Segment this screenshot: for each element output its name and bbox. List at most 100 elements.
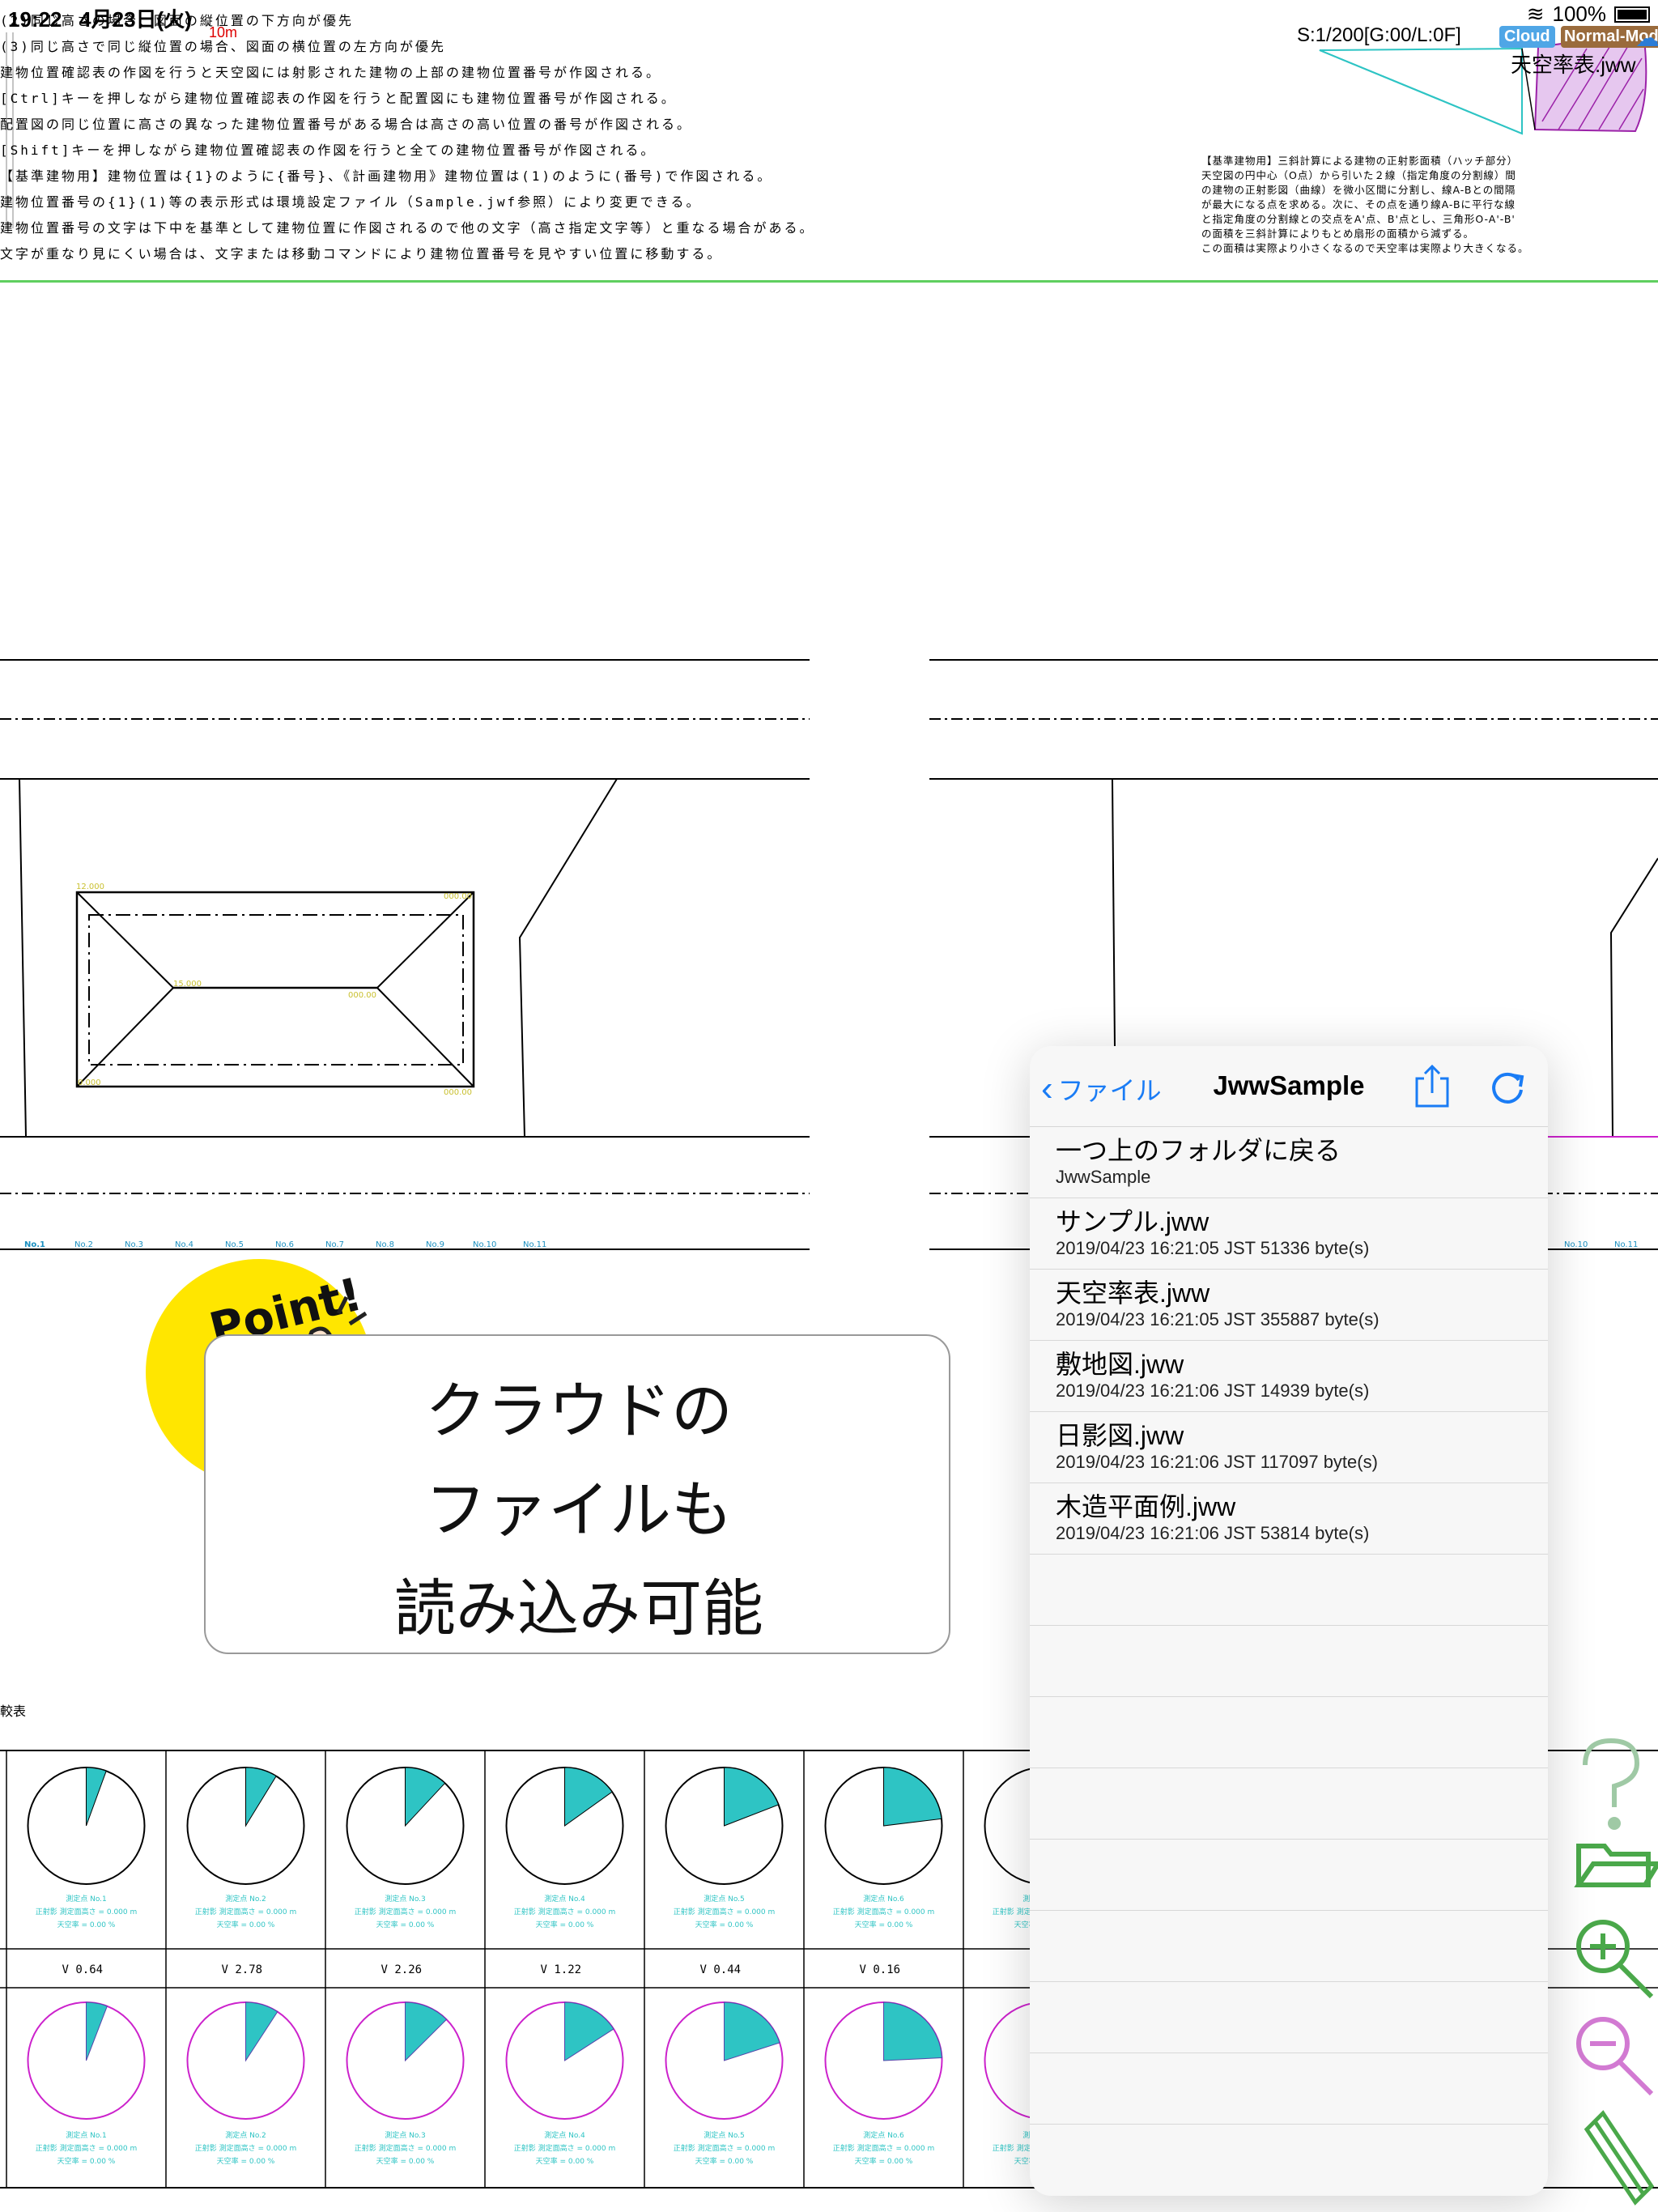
list-item-title: 敷地図.jww	[1056, 1350, 1184, 1379]
cell-caption: 正射影 測定面高さ = 0.000 m	[674, 2143, 776, 2153]
empty-row	[1030, 1626, 1548, 1697]
cloud-badge[interactable]: Cloud	[1499, 26, 1555, 48]
divider-rule	[0, 280, 1658, 283]
cell-caption: 正射影 測定面高さ = 0.000 m	[195, 1907, 297, 1916]
sky-shadow-wedge	[883, 1767, 942, 1827]
cell-caption: 天空率 = 0.00 %	[217, 1920, 275, 1929]
svg-text:000.00: 000.00	[444, 892, 472, 901]
sky-shadow-wedge	[405, 2001, 448, 2062]
back-button[interactable]: ‹ ファイル	[1041, 1070, 1162, 1108]
list-item-file[interactable]: 日影図.jww 2019/04/23 16:21:06 JST 117097 b…	[1030, 1412, 1548, 1483]
tool-palette	[1574, 1738, 1658, 2206]
svg-text:No.2: No.2	[74, 1240, 93, 1249]
popover-header: ‹ ファイル JwwSample	[1030, 1046, 1548, 1127]
cell-caption: 測定点 No.3	[385, 1894, 426, 1904]
sky-shadow-wedge	[724, 2001, 780, 2061]
popover-title: JwwSample	[1213, 1070, 1365, 1100]
notes-block: (2)同じ高さの場合、図面の縦位置の下方向が優先 (3)同じ高さで同じ縦位置の場合…	[0, 8, 1133, 267]
empty-row	[1030, 1555, 1548, 1626]
cell-caption: 測定点 No.3	[385, 2130, 426, 2140]
list-item-parent-folder[interactable]: 一つ上のフォルダに戻る JwwSample	[1030, 1127, 1548, 1198]
svg-text:No.10: No.10	[1564, 1240, 1588, 1249]
cell-caption: 天空率 = 0.00 %	[376, 2156, 435, 2166]
list-item-title: 木造平面例.jww	[1056, 1492, 1236, 1521]
svg-text:No.1: No.1	[24, 1240, 45, 1249]
cell-caption: 測定点 No.2	[225, 2130, 266, 2140]
list-item-file[interactable]: サンプル.jww 2019/04/23 16:21:05 JST 51336 b…	[1030, 1198, 1548, 1270]
table-label: 較表	[0, 1704, 27, 1719]
note-right-line: の面積を三斜計算によりもとめ扇形の面積から減ずる。	[1201, 228, 1475, 240]
list-item-subtitle: 2019/04/23 16:21:06 JST 117097 byte(s)	[1056, 1452, 1378, 1472]
cell-caption: 天空率 = 0.00 %	[57, 1920, 116, 1929]
help-icon[interactable]	[1583, 1738, 1640, 1830]
svg-text:No.11: No.11	[523, 1240, 546, 1249]
back-button-label: ファイル	[1057, 1076, 1162, 1105]
cell-caption: 測定点 No.5	[704, 1894, 745, 1904]
cell-caption: 天空率 = 0.00 %	[57, 2156, 116, 2166]
cell-caption: 天空率 = 0.00 %	[536, 2156, 594, 2166]
file-browser-popover: ‹ ファイル JwwSample 一つ上のフォルダに戻る JwwSample サ…	[1030, 1046, 1548, 2196]
cell-caption: 正射影 測定面高さ = 0.000 m	[195, 2143, 297, 2153]
note-right-line: が最大になる点を求める。次に、その点を通り線A-Bに平行な線	[1201, 198, 1516, 211]
cell-caption: 正射影 測定面高さ = 0.000 m	[833, 1907, 935, 1916]
sky-shadow-wedge	[86, 2001, 108, 2061]
battery-percent: 100%	[1552, 2, 1607, 26]
refresh-icon[interactable]	[1486, 1066, 1528, 1108]
list-item-file[interactable]: 木造平面例.jww 2019/04/23 16:21:06 JST 53814 …	[1030, 1483, 1548, 1555]
list-item-subtitle: 2019/04/23 16:21:06 JST 53814 byte(s)	[1056, 1523, 1370, 1543]
svg-text:15.000: 15.000	[173, 980, 202, 989]
cell-caption: 正射影 測定面高さ = 0.000 m	[36, 1907, 138, 1916]
callout-line-1: クラウドの	[425, 1375, 733, 1447]
share-icon[interactable]	[1410, 1064, 1454, 1109]
list-item-file[interactable]: 敷地図.jww 2019/04/23 16:21:06 JST 14939 by…	[1030, 1341, 1548, 1412]
sky-shadow-wedge	[564, 2001, 614, 2061]
cell-caption: 測定点 No.4	[544, 2130, 585, 2140]
sky-shadow-wedge	[245, 2001, 278, 2062]
empty-row	[1030, 1840, 1548, 1911]
note-line: [Shift]キーを押しながら建物位置確認表の作図を行うと全ての建物位置番号が作…	[0, 143, 657, 158]
callout-line-3: 読み込み可能	[394, 1572, 763, 1644]
cell-caption: 天空率 = 0.00 %	[376, 1920, 435, 1929]
cell-caption: 測定点 No.6	[863, 2130, 904, 2140]
cell-caption: 正射影 測定面高さ = 0.000 m	[514, 1907, 616, 1916]
cell-caption: 天空率 = 0.00 %	[536, 1920, 594, 1929]
callout-text: クラウドの ファイルも 読み込み可能	[206, 1362, 952, 1658]
sky-shadow-wedge	[245, 1767, 277, 1827]
file-list: 一つ上のフォルダに戻る JwwSample サンプル.jww 2019/04/2…	[1030, 1127, 1548, 2125]
note-line: [Ctrl]キーを押しながら建物位置確認表の作図を行うと配置図にも建物位置番号が…	[0, 91, 677, 106]
scale-info: S:1/200[G:00/L:0F]	[1297, 24, 1461, 46]
v-value: V 0.16	[860, 1963, 901, 1976]
cell-caption: 測定点 No.6	[863, 1894, 904, 1904]
v-value: V 2.26	[381, 1963, 423, 1976]
svg-text:000.00: 000.00	[444, 1088, 472, 1097]
battery-icon	[1614, 6, 1650, 23]
empty-row	[1030, 2053, 1548, 2125]
list-item-file[interactable]: 天空率表.jww 2019/04/23 16:21:05 JST 355887 …	[1030, 1270, 1548, 1341]
folder-open-icon[interactable]	[1574, 1844, 1658, 1887]
svg-text:No.10: No.10	[473, 1240, 496, 1249]
list-item-subtitle: 2019/04/23 16:21:06 JST 14939 byte(s)	[1056, 1380, 1370, 1401]
note-line: 建物位置番号の文字は下中を基準として建物位置に作図されるので他の文字（高さ指定文…	[0, 220, 815, 236]
cell-caption: 測定点 No.1	[66, 1894, 107, 1904]
cell-caption: 天空率 = 0.00 %	[855, 2156, 913, 2166]
list-item-subtitle: JwwSample	[1056, 1167, 1151, 1187]
empty-row	[1030, 1911, 1548, 1982]
cell-caption: 正射影 測定面高さ = 0.000 m	[833, 2143, 935, 2153]
callout-line-2: ファイルも	[425, 1474, 733, 1546]
cell-caption: 天空率 = 0.00 %	[217, 2156, 275, 2166]
note-right-line: と指定角度の分割線との交点をA'点、B'点とし、三角形O-A'-B'	[1201, 213, 1516, 225]
zoom-in-icon[interactable]	[1576, 1920, 1654, 1999]
empty-row	[1030, 1768, 1548, 1840]
v-value: V 0.44	[700, 1963, 742, 1976]
cell-caption: 天空率 = 0.00 %	[855, 1920, 913, 1929]
empty-row	[1030, 1697, 1548, 1768]
cell-caption: 天空率 = 0.00 %	[695, 2156, 754, 2166]
cloud-icon[interactable]: ☁	[1635, 24, 1658, 53]
note-line: (2)同じ高さの場合、図面の縦位置の下方向が優先	[0, 13, 354, 28]
note-line: 建物位置番号の{1}(1)等の表示形式は環境設定ファイル（Sample.jwf参…	[0, 194, 702, 210]
wifi-icon: ≋	[1526, 2, 1545, 26]
pencil-icon[interactable]	[1584, 2110, 1655, 2206]
cell-caption: 正射影 測定面高さ = 0.000 m	[514, 2143, 616, 2153]
cell-caption: 正射影 測定面高さ = 0.000 m	[355, 2143, 457, 2153]
zoom-out-icon[interactable]	[1576, 2017, 1654, 2096]
